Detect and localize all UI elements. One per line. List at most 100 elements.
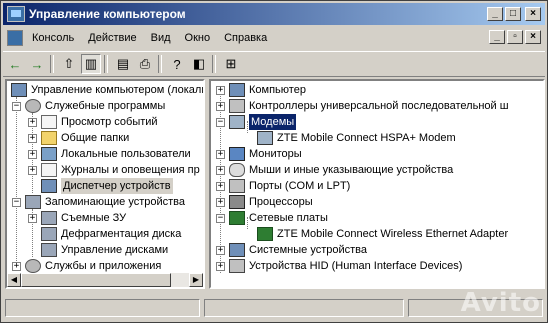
expand-icon[interactable]: + [216,261,225,271]
tree-item-device-manager[interactable]: Диспетчер устройств [41,178,173,194]
show-tree-icon[interactable]: ▥ [81,54,101,74]
computer-icon [229,83,245,97]
mdi-restore-button[interactable]: ▫ [507,30,523,44]
tree-item-label: Локальные пользователи [61,148,191,160]
scroll-right-icon[interactable]: ▶ [189,273,203,287]
print-icon[interactable]: ⎙ [135,54,155,74]
console-window-icon[interactable] [7,30,23,46]
expand-icon[interactable]: + [216,165,225,175]
maximize-button[interactable]: □ [505,7,521,21]
device-category-monitors[interactable]: + Мониторы [216,146,302,162]
device-category-system[interactable]: + Системные устройства [216,242,367,258]
title-bar[interactable]: Управление компьютером _ □ × [3,3,545,25]
device-category-ports[interactable]: + Порты (COM и LPT) [216,178,350,194]
toolbar-separator [212,55,216,73]
monitor-icon [229,147,245,161]
expand-icon[interactable]: + [216,181,225,191]
help-icon[interactable]: ? [167,54,187,74]
forward-arrow-icon[interactable]: → [27,54,47,74]
tree-item-services-apps[interactable]: + Службы и приложения [12,258,161,274]
device-label: Компьютер [249,84,306,96]
expand-icon[interactable]: + [216,101,225,111]
toolbar-separator [50,55,54,73]
show-hide-action-pane-icon[interactable]: ◧ [189,54,209,74]
back-arrow-icon[interactable]: ← [5,54,25,74]
scroll-thumb[interactable] [21,273,171,287]
minimize-button[interactable]: _ [487,7,503,21]
tree-item-logs-alerts[interactable]: + Журналы и оповещения пр [28,162,200,178]
tree-item-storage[interactable]: − Запоминающие устройства [12,194,185,210]
device-label: Мониторы [249,148,302,160]
expand-icon[interactable]: + [216,245,225,255]
disk-management-icon [41,243,57,257]
tree-item-system-tools[interactable]: − Служебные программы [12,98,165,114]
removable-storage-icon [41,211,57,225]
collapse-icon[interactable]: − [216,117,225,127]
expand-icon[interactable]: + [28,213,37,223]
menu-view[interactable]: Вид [144,32,178,44]
device-label: Порты (COM и LPT) [249,180,351,192]
close-button[interactable]: × [525,7,541,21]
device-label: Устройства HID (Human Interface Devices) [249,260,463,272]
tree-item-root[interactable]: Управление компьютером (локальн [11,82,203,98]
system-tools-icon [25,99,41,113]
scroll-left-icon[interactable]: ◀ [7,273,21,287]
mdi-close-button[interactable]: × [525,30,541,44]
modem-icon [257,131,273,145]
device-item-zte-ethernet[interactable]: ZTE Mobile Connect Wireless Ethernet Ada… [257,226,508,242]
scan-hardware-icon[interactable]: ⊞ [221,54,241,74]
expand-icon[interactable]: + [28,165,37,175]
tree-item-label: Управление дисками [61,244,169,256]
computer-management-icon [11,83,27,97]
device-category-computer[interactable]: + Компьютер [216,82,306,98]
tree-line [16,97,17,261]
expand-icon[interactable]: + [28,149,37,159]
device-manager-icon [41,179,57,193]
device-category-mice[interactable]: + Мыши и иные указывающие устройства [216,162,453,178]
horizontal-scrollbar[interactable]: ◀ ▶ [7,273,203,287]
menu-window[interactable]: Окно [178,32,218,44]
tree-item-label: Просмотр событий [61,116,158,128]
tree-item-removable-storage[interactable]: + Съемные ЗУ [28,210,126,226]
menu-console[interactable]: Консоль [25,32,81,44]
menu-action[interactable]: Действие [81,32,143,44]
tree-item-local-users[interactable]: + Локальные пользователи [28,146,191,162]
collapse-icon[interactable]: − [216,213,225,223]
tree-item-disk-management[interactable]: Управление дисками [41,242,168,258]
toolbar-separator [158,55,162,73]
menu-help[interactable]: Справка [217,32,274,44]
computer-management-icon [7,6,25,22]
device-label: Модемы [249,114,297,130]
up-level-icon[interactable]: ⇧ [59,54,79,74]
users-icon [41,147,57,161]
tree-item-label: Общие папки [61,132,130,144]
console-tree-pane[interactable]: Управление компьютером (локальн − Служеб… [5,79,205,289]
device-category-hid[interactable]: + Устройства HID (Human Interface Device… [216,258,462,274]
device-category-usb[interactable]: + Контроллеры универсальной последовател… [216,98,509,114]
performance-logs-icon [41,163,57,177]
device-tree-pane[interactable]: + Компьютер + Контроллеры универсальной … [209,79,545,289]
tree-item-shared-folders[interactable]: + Общие папки [28,130,129,146]
device-item-zte-modem[interactable]: ZTE Mobile Connect HSPA+ Modem [257,130,456,146]
expand-icon[interactable]: + [216,149,225,159]
expand-icon[interactable]: + [216,197,225,207]
tree-item-event-viewer[interactable]: + Просмотр событий [28,114,158,130]
properties-icon[interactable]: ▤ [113,54,133,74]
device-category-modems[interactable]: − Модемы [216,114,297,130]
status-panel [204,299,404,317]
expand-icon[interactable]: + [216,85,225,95]
usb-icon [229,99,245,113]
device-label: Процессоры [249,196,313,208]
device-category-network[interactable]: − Сетевые платы [216,210,328,226]
expand-icon[interactable]: + [12,261,21,271]
collapse-icon[interactable]: − [12,101,21,111]
network-adapter-icon [257,227,273,241]
expand-icon[interactable]: + [28,133,37,143]
expand-icon[interactable]: + [28,117,37,127]
system-devices-icon [229,243,245,257]
device-category-processors[interactable]: + Процессоры [216,194,313,210]
collapse-icon[interactable]: − [12,197,21,207]
tree-item-defrag[interactable]: Дефрагментация диска [41,226,181,242]
mdi-minimize-button[interactable]: _ [489,30,505,44]
device-label: ZTE Mobile Connect Wireless Ethernet Ada… [277,228,509,240]
